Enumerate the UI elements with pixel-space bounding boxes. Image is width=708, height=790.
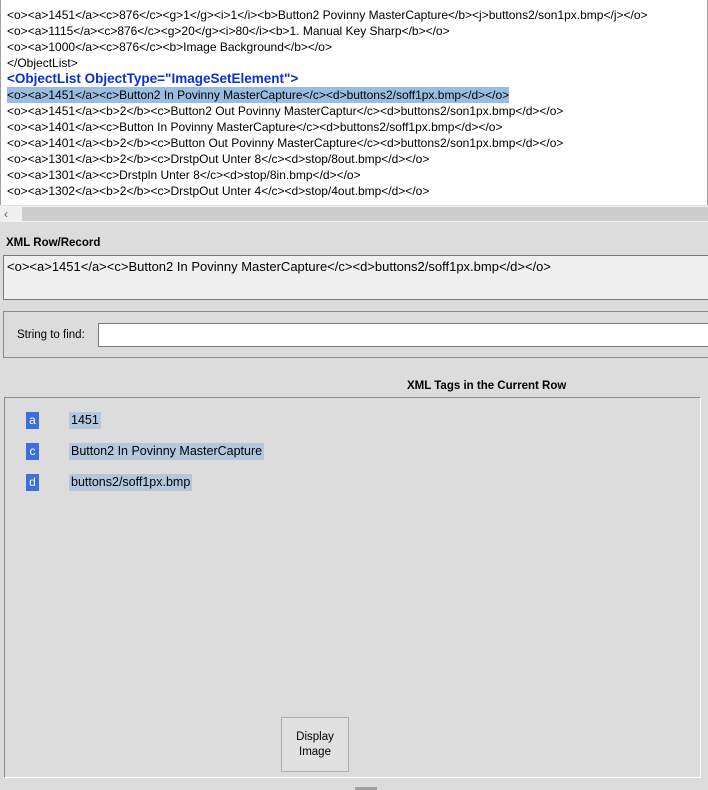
xml-line[interactable]: <o><a>1451</a><b>2</b><c>Button2 Out Pov…: [7, 103, 563, 119]
tag-value[interactable]: 1451: [69, 412, 101, 429]
find-group: String to find:: [3, 311, 708, 358]
row-record-field[interactable]: <o><a>1451</a><c>Button2 In Povinny Mast…: [3, 255, 708, 300]
tag-value[interactable]: Button2 In Povinny MasterCapture: [69, 443, 265, 460]
scrollbar-thumb[interactable]: [22, 207, 708, 221]
xml-line[interactable]: <o><a>1302</a><b>2</b><c>DrstpOut Unter …: [7, 183, 429, 199]
xml-line[interactable]: <o><a>1301</a><c>Drstpln Unter 8</c><d>s…: [7, 167, 361, 183]
xml-line[interactable]: <o><a>1451</a><c>Button2 In Povinny Mast…: [7, 87, 510, 103]
tags-panel-title: XML Tags in the Current Row: [407, 380, 567, 392]
row-record-label: XML Row/Record: [6, 237, 101, 249]
xml-line[interactable]: <o><a>1115</a><c>876</c><g>20</g><i>80</…: [7, 23, 450, 39]
tag-name-badge: c: [26, 443, 39, 460]
xml-line[interactable]: <o><a>1000</a><c>876</c><b>Image Backgro…: [7, 39, 332, 55]
xml-line[interactable]: <o><a>1301</a><b>2</b><c>DrstpOut Unter …: [7, 151, 429, 167]
tags-panel: a 1451 c Button2 In Povinny MasterCapture d b…: [4, 397, 701, 778]
find-input[interactable]: [98, 323, 708, 347]
find-label: String to find:: [17, 329, 85, 341]
xml-line[interactable]: <o><a>1451</a><c>876</c><g>1</g><i>1</i>…: [7, 7, 648, 23]
scroll-left-icon[interactable]: ‹: [4, 206, 8, 222]
tag-name-badge: d: [26, 474, 39, 491]
tag-name-badge: a: [26, 412, 39, 429]
xml-line[interactable]: <o><a>1401</a><b>2</b><c>Button Out Povi…: [7, 135, 563, 151]
xml-line[interactable]: </ObjectList>: [7, 55, 78, 71]
xml-source-view[interactable]: <o><a>1451</a><c>876</c><g>1</g><i>1</i>…: [0, 0, 708, 222]
xml-line[interactable]: <ObjectList ObjectType="ImageSetElement"…: [7, 71, 298, 87]
tag-value[interactable]: buttons2/soff1px.bmp: [69, 474, 193, 491]
display-image-button[interactable]: Display Image: [281, 717, 349, 772]
xml-line[interactable]: <o><a>1401</a><c>Button In Povinny Maste…: [7, 119, 502, 135]
horizontal-scrollbar[interactable]: ‹: [0, 205, 708, 222]
